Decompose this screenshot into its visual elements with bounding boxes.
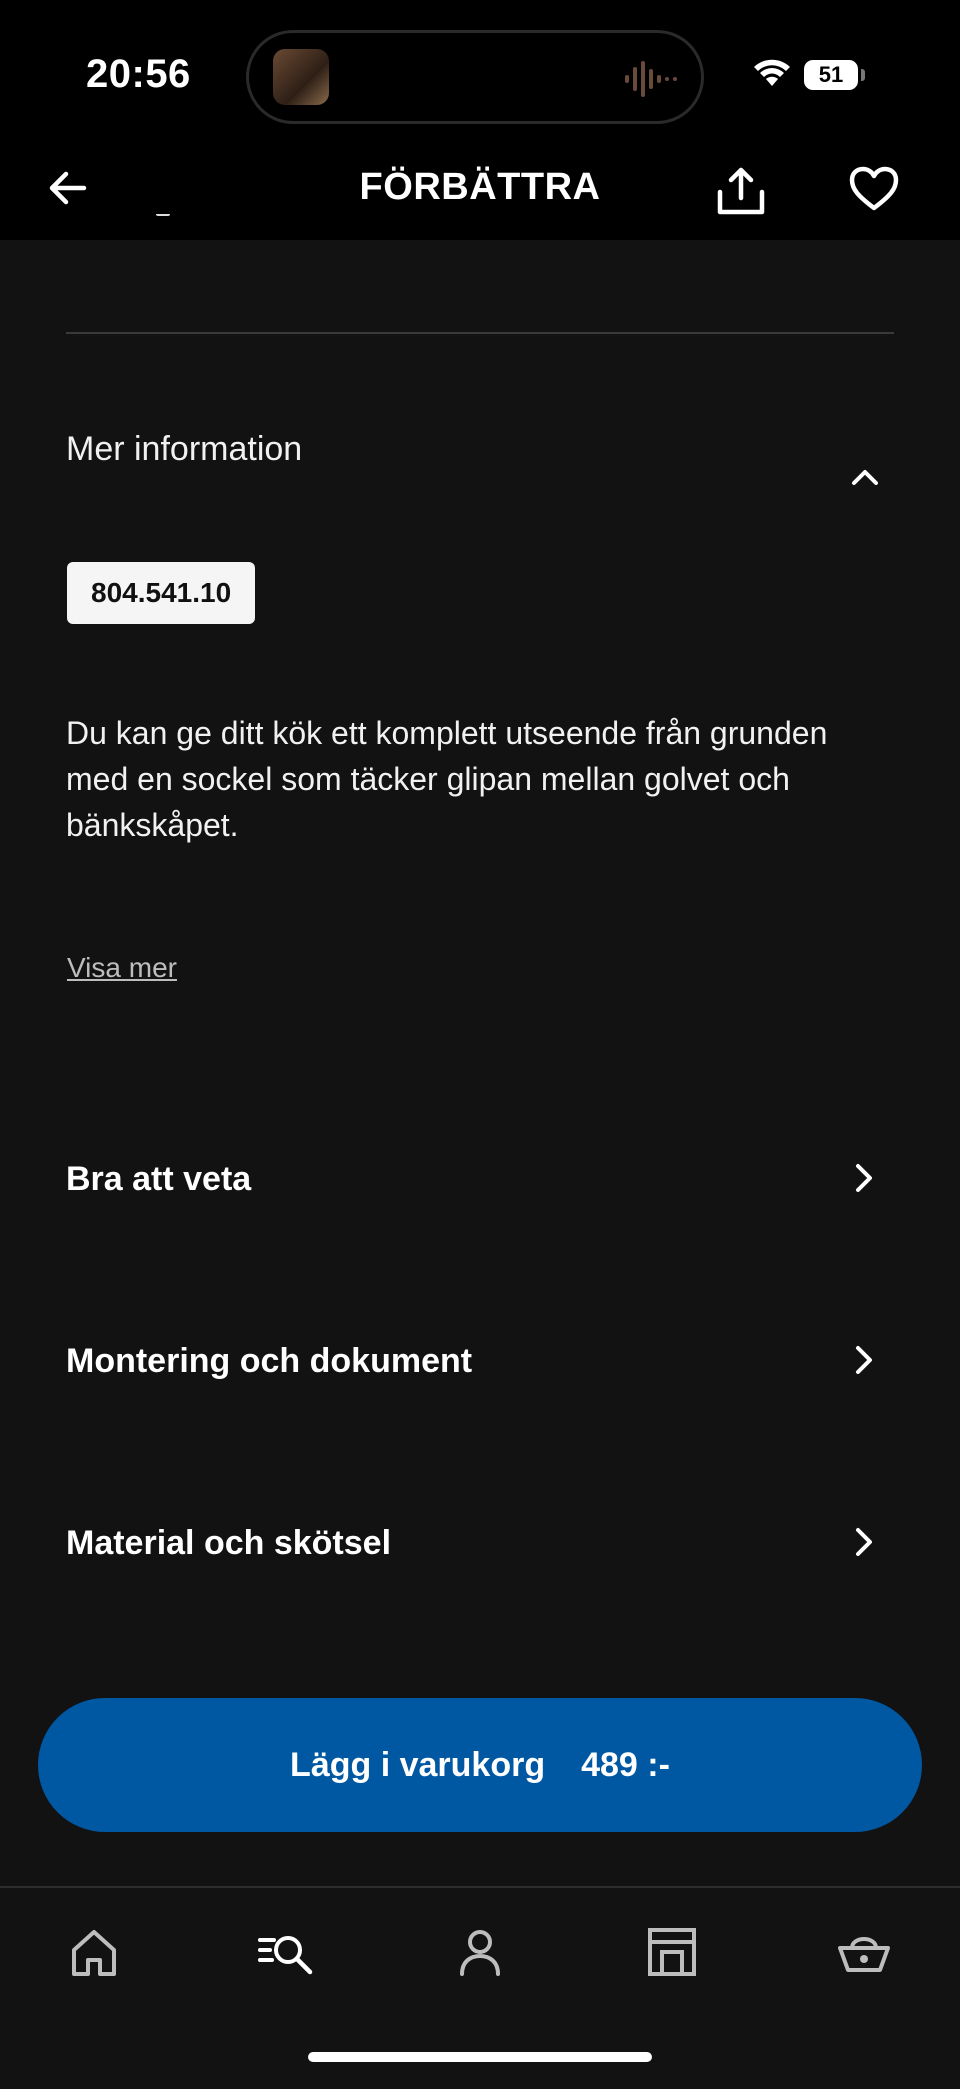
- chevron-right-icon: [856, 1528, 872, 1556]
- search-icon[interactable]: [256, 1922, 316, 1982]
- show-more-link[interactable]: Visa mer: [67, 952, 177, 984]
- chevron-right-icon: [856, 1346, 872, 1374]
- section-row-good-to-know[interactable]: Bra att veta: [0, 1124, 960, 1244]
- section-row-material-care[interactable]: Material och skötsel: [0, 1488, 960, 1608]
- product-description: Du kan ge ditt kök ett komplett utseende…: [66, 715, 828, 843]
- home-icon[interactable]: [64, 1922, 124, 1982]
- section-row-label: Material och skötsel: [66, 1524, 392, 1562]
- add-to-cart-label: Lägg i varukorg: [290, 1745, 546, 1784]
- cart-icon[interactable]: [834, 1922, 894, 1982]
- more-info-title[interactable]: Mer information: [66, 430, 302, 469]
- dynamic-island: [246, 30, 704, 124]
- section-row-assembly-documents[interactable]: Montering och dokument: [0, 1306, 960, 1426]
- chevron-up-icon[interactable]: [848, 460, 882, 494]
- audio-waveform-icon: [625, 61, 677, 97]
- now-playing-thumbnail: [273, 49, 329, 105]
- profile-icon[interactable]: [450, 1922, 510, 1982]
- chevron-right-icon: [856, 1164, 872, 1192]
- store-icon[interactable]: [642, 1922, 702, 1982]
- home-indicator: [308, 2052, 652, 2062]
- status-time: 20:56: [86, 52, 191, 96]
- section-row-label: Montering och dokument: [66, 1342, 473, 1380]
- heart-icon[interactable]: [848, 164, 900, 216]
- price-label: 489 :-: [581, 1745, 670, 1784]
- status-bar: 20:56 51: [0, 0, 960, 150]
- section-row-label: Bra att veta: [66, 1160, 252, 1198]
- divider: [66, 332, 894, 334]
- wifi-icon: [754, 59, 790, 86]
- battery-tip: [861, 69, 865, 81]
- add-to-cart-button[interactable]: Lägg i varukorg 489 :-: [38, 1698, 922, 1832]
- share-icon[interactable]: [714, 164, 768, 218]
- page-title: FÖRBÄTTRA: [359, 166, 601, 208]
- battery-indicator: 51: [804, 60, 858, 90]
- clipped-text-line: [66, 214, 666, 224]
- article-number-badge: 804.541.10: [67, 562, 256, 624]
- top-navigation: FÖRBÄTTRA: [0, 150, 960, 240]
